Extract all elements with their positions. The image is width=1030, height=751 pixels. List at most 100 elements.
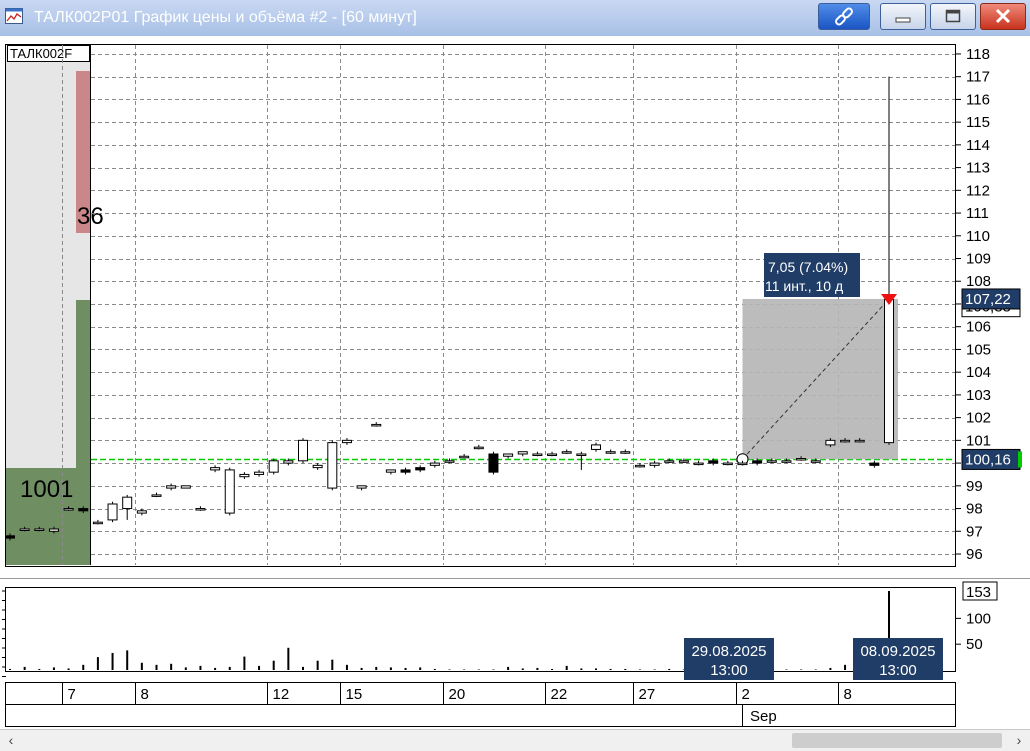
candle-body bbox=[825, 439, 836, 446]
candle-body bbox=[415, 467, 426, 471]
candle-body bbox=[634, 464, 645, 468]
candle-body bbox=[561, 451, 572, 454]
candle-body bbox=[327, 442, 338, 489]
cursor-date-left: 29.08.2025 bbox=[691, 643, 766, 660]
candle-body bbox=[48, 528, 59, 532]
price-tick-label: 115 bbox=[966, 114, 990, 131]
candle-body bbox=[620, 451, 631, 454]
candle-body bbox=[34, 528, 45, 531]
title-bar[interactable]: ТАЛК002Р01 График цены и объёма #2 - [60… bbox=[0, 0, 1030, 37]
candle-body bbox=[239, 473, 250, 478]
chart-app-icon bbox=[5, 8, 23, 24]
price-tick-label: 112 bbox=[966, 182, 990, 199]
candle-body bbox=[136, 510, 147, 514]
measure-interval-text: 11 инт., 10 д bbox=[765, 278, 843, 294]
candle-body bbox=[107, 503, 118, 521]
candle-body bbox=[210, 467, 221, 471]
buy-count: 1001 bbox=[20, 476, 73, 503]
candle-body bbox=[503, 453, 514, 457]
day-label: 15 bbox=[346, 686, 363, 703]
price-tick-label: 114 bbox=[966, 137, 990, 154]
candle-body bbox=[283, 460, 294, 464]
maximize-button[interactable] bbox=[930, 3, 976, 30]
candle-body bbox=[92, 521, 103, 525]
horizontal-scrollbar[interactable]: ‹ › bbox=[0, 729, 1030, 751]
candle-body bbox=[796, 458, 807, 461]
candle-body bbox=[840, 439, 851, 443]
sell-count: 36 bbox=[77, 203, 104, 230]
candle-body bbox=[444, 460, 455, 463]
candle-body bbox=[781, 460, 792, 463]
candle-body bbox=[473, 446, 484, 450]
price-tick-label: 105 bbox=[966, 341, 991, 358]
price-tick-label: 113 bbox=[966, 160, 990, 177]
candle-body bbox=[664, 460, 675, 463]
level-price-label: 100,16 bbox=[965, 451, 1011, 468]
candle-body bbox=[459, 455, 470, 459]
candle-body bbox=[312, 464, 323, 469]
measure-box bbox=[742, 298, 898, 460]
candle-body bbox=[678, 460, 689, 463]
candle-body bbox=[708, 460, 719, 464]
price-tick-label: 108 bbox=[966, 273, 991, 290]
candle-body bbox=[737, 462, 748, 466]
candle-body bbox=[63, 508, 74, 511]
candle-body bbox=[180, 485, 191, 489]
scroll-thumb[interactable] bbox=[792, 733, 1002, 748]
price-tick-label: 117 bbox=[966, 69, 990, 86]
scroll-right-icon[interactable]: › bbox=[1010, 731, 1028, 749]
link-button[interactable] bbox=[818, 3, 870, 30]
day-label: 8 bbox=[844, 686, 852, 703]
cursor-date-right: 08.09.2025 bbox=[860, 643, 935, 660]
day-label: 12 bbox=[273, 686, 290, 703]
window-title: ТАЛК002Р01 График цены и объёма #2 - [60… bbox=[34, 9, 417, 26]
maximize-icon bbox=[945, 9, 961, 23]
day-label: 27 bbox=[639, 686, 656, 703]
candle-body bbox=[356, 485, 367, 489]
price-tick-label: 116 bbox=[966, 91, 990, 108]
day-label: 20 bbox=[449, 686, 466, 703]
price-tick-label: 102 bbox=[966, 410, 991, 427]
price-tick-label: 101 bbox=[966, 432, 991, 449]
price-tick-label: 96 bbox=[966, 546, 983, 563]
candle-body bbox=[488, 453, 499, 473]
volume-tick-label: 50 bbox=[966, 636, 983, 653]
day-label: 2 bbox=[742, 686, 750, 703]
candle-body bbox=[810, 460, 821, 463]
volume-tick-label: 100 bbox=[966, 610, 991, 627]
candle-body bbox=[341, 439, 352, 444]
candle-body bbox=[854, 439, 865, 443]
close-button[interactable] bbox=[980, 3, 1026, 30]
candle-body bbox=[547, 453, 558, 456]
minimize-button[interactable] bbox=[880, 3, 926, 30]
link-icon bbox=[835, 7, 853, 26]
scroll-left-icon[interactable]: ‹ bbox=[2, 731, 20, 749]
candle-body bbox=[166, 485, 177, 489]
price-tick-label: 97 bbox=[966, 523, 983, 540]
candle-body bbox=[151, 494, 162, 497]
volume-top-label: 153 bbox=[966, 584, 991, 601]
candle-body bbox=[5, 535, 15, 539]
candle-body bbox=[19, 528, 30, 531]
last-price-label: 107,22 bbox=[965, 291, 1011, 308]
price-tick-label: 106 bbox=[966, 319, 991, 336]
candle-body bbox=[298, 439, 308, 462]
candle-body bbox=[371, 423, 382, 427]
price-tick-label: 98 bbox=[966, 501, 983, 518]
price-tick-label: 118 bbox=[966, 46, 990, 63]
price-tick-label: 104 bbox=[966, 364, 991, 381]
price-tick-label: 111 bbox=[966, 205, 989, 222]
candle-body bbox=[532, 453, 543, 456]
candle-body bbox=[78, 508, 89, 512]
cursor-date-right: 13:00 bbox=[879, 662, 917, 679]
cursor-date-left: 13:00 bbox=[710, 662, 748, 679]
chart-canvas[interactable]: ТАЛК002F 36 1001 96979899100101102103104… bbox=[0, 36, 1030, 750]
candle-body bbox=[224, 469, 235, 514]
candle-body bbox=[517, 451, 528, 455]
close-icon bbox=[995, 8, 1011, 24]
measure-change-text: 7,05 (7.04%) bbox=[768, 259, 848, 275]
level-price-marker bbox=[1018, 451, 1022, 468]
volume-panel[interactable] bbox=[5, 587, 956, 672]
candle-body bbox=[195, 508, 206, 511]
price-tick-label: 110 bbox=[966, 228, 990, 245]
